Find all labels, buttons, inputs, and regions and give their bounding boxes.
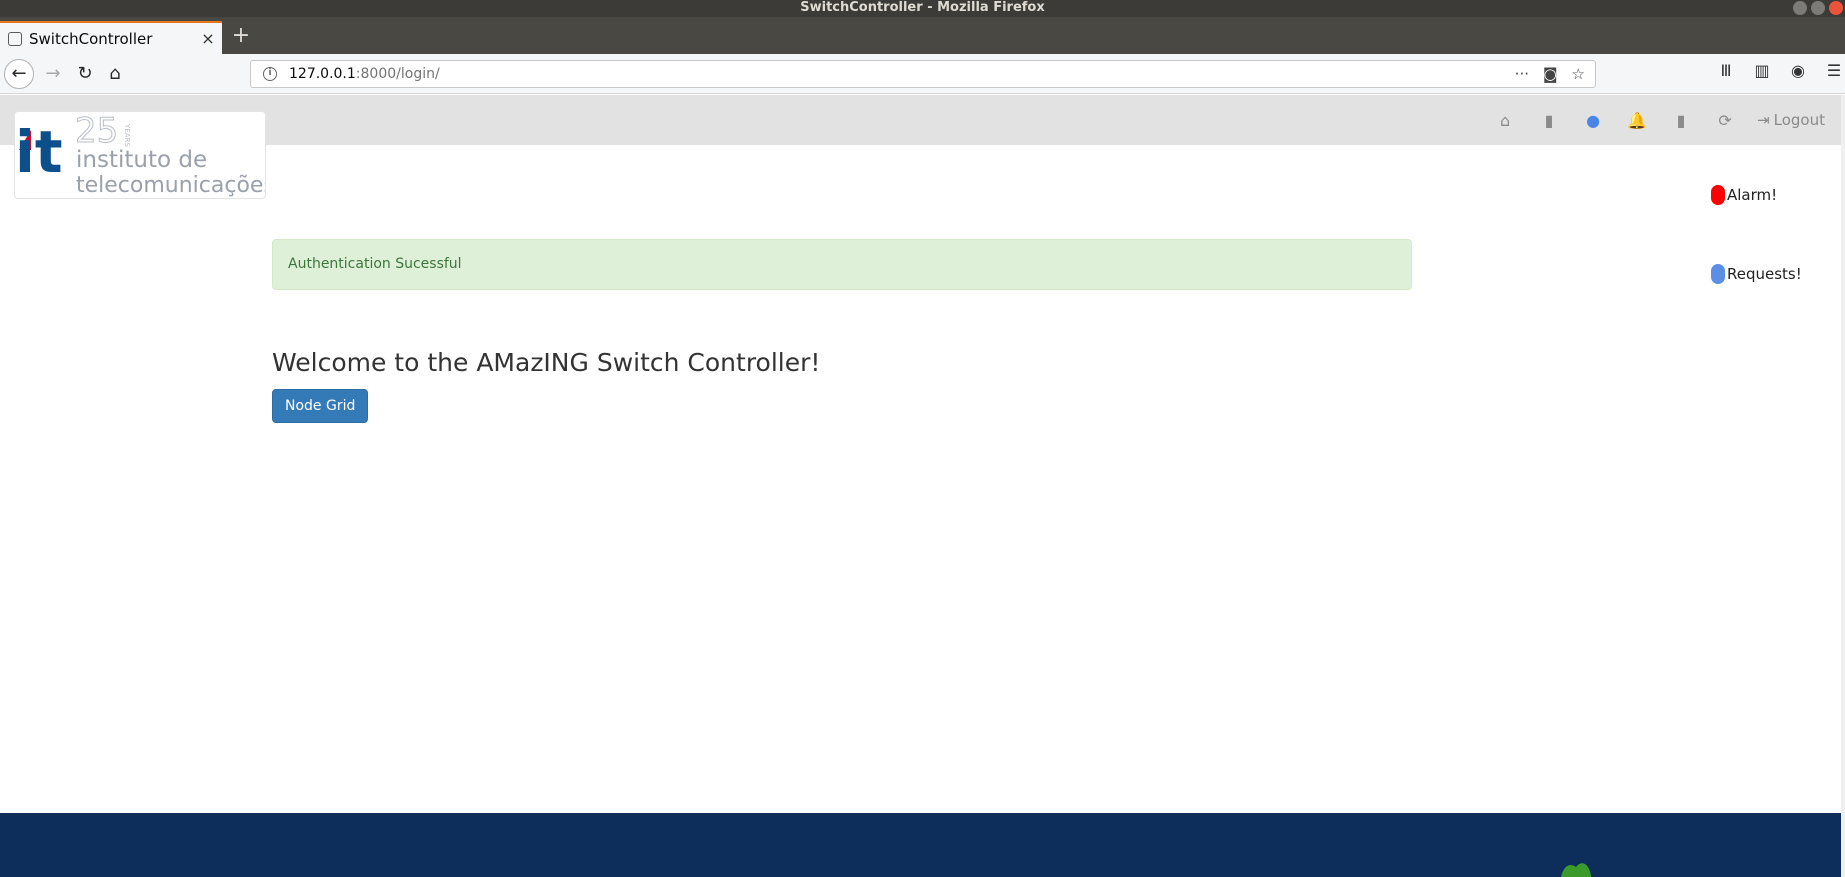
bookmark-star-icon[interactable]: ☆ (1572, 65, 1585, 83)
site-info-icon[interactable]: i (263, 67, 277, 81)
account-icon[interactable]: ◉ (1787, 61, 1809, 80)
logo-line1: instituto de (76, 147, 207, 173)
page-scrollbar[interactable] (1841, 95, 1845, 877)
app-navbar: ⌂ ▮ ● 🔔 ▮ ⟳ ⇥ Logout (0, 95, 1845, 145)
bell-icon[interactable]: 🔔 (1615, 111, 1659, 130)
close-window-button[interactable] (1829, 1, 1843, 15)
page-footer (0, 813, 1845, 877)
home-button[interactable]: ⌂ (102, 61, 128, 87)
sign-out-icon: ⇥ (1757, 111, 1770, 129)
url-actions: ··· ◙ ☆ (1515, 65, 1585, 83)
sidebar-icon[interactable]: ▥ (1751, 61, 1773, 80)
library-icon[interactable]: Ⅲ (1715, 61, 1737, 80)
refresh-icon[interactable]: ⟳ (1703, 111, 1747, 130)
logout-label: Logout (1773, 111, 1825, 129)
page-viewport: ⌂ ▮ ● 🔔 ▮ ⟳ ⇥ Logout it 25 YEARS institu… (0, 95, 1845, 877)
institute-logo: it 25 YEARS instituto de telecomunicaçõe… (14, 111, 266, 199)
logo-line2: telecomunicações (76, 173, 266, 198)
tab-title: SwitchController (29, 29, 153, 48)
success-alert: Authentication Sucessful (272, 239, 1412, 290)
url-path: :8000/login/ (355, 66, 440, 82)
welcome-heading: Welcome to the AMazING Switch Controller… (272, 348, 821, 377)
logo-years-label: YEARS (123, 123, 131, 147)
new-tab-button[interactable]: + (230, 24, 252, 50)
requests-label: Requests! (1727, 265, 1802, 283)
app-nav-links: ⌂ ▮ ● 🔔 ▮ ⟳ ⇥ Logout (1483, 95, 1825, 145)
tab-strip (0, 17, 1845, 54)
requests-dot-icon (1711, 264, 1725, 284)
back-button[interactable]: ← (4, 59, 34, 89)
info-icon[interactable]: ● (1571, 111, 1615, 130)
alarm-label: Alarm! (1727, 186, 1778, 204)
book-icon[interactable]: ▮ (1527, 111, 1571, 130)
hamburger-menu-icon[interactable]: ☰ (1823, 61, 1845, 80)
tab-switchcontroller[interactable]: SwitchController × (0, 21, 222, 54)
window-title: SwitchController - Mozilla Firefox (800, 0, 1045, 15)
alarm-dot-icon (1711, 185, 1725, 205)
page-favicon-icon (8, 31, 22, 46)
url-bar[interactable]: i 127.0.0.1:8000/login/ ··· ◙ ☆ (250, 60, 1596, 88)
alarm-indicator[interactable]: Alarm! (1711, 185, 1777, 205)
browser-toolbar: ← → ↻ ⌂ i 127.0.0.1:8000/login/ ··· ◙ ☆ … (0, 54, 1845, 94)
maximize-button[interactable] (1811, 1, 1825, 15)
pocket-icon[interactable]: ◙ (1543, 65, 1558, 83)
logout-link[interactable]: ⇥ Logout (1757, 111, 1825, 129)
bar-chart-icon[interactable]: ▮ (1659, 111, 1703, 130)
home-icon[interactable]: ⌂ (1483, 111, 1527, 130)
requests-indicator[interactable]: Requests! (1711, 264, 1802, 284)
logo-mark: it (15, 118, 63, 186)
window-titlebar: SwitchController - Mozilla Firefox (0, 0, 1845, 17)
forward-button[interactable]: → (40, 61, 66, 87)
url-host: 127.0.0.1 (289, 66, 356, 82)
logo-years: 25 (75, 112, 118, 151)
page-actions-icon[interactable]: ··· (1515, 65, 1529, 83)
toolbar-right: Ⅲ ▥ ◉ ☰ (1715, 61, 1845, 80)
tab-close-icon[interactable]: × (198, 29, 218, 48)
minimize-button[interactable] (1793, 1, 1807, 15)
footer-logo-icon (1561, 863, 1592, 877)
node-grid-button[interactable]: Node Grid (272, 389, 369, 423)
reload-button[interactable]: ↻ (72, 61, 98, 87)
window-controls (1793, 1, 1843, 15)
